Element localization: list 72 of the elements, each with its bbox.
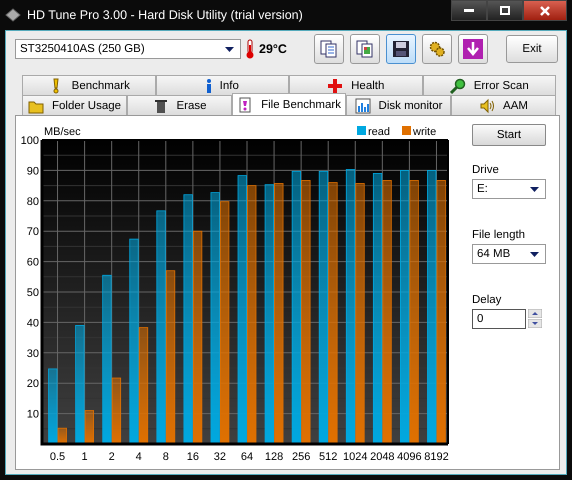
- tick-label: 32: [214, 451, 226, 463]
- start-button[interactable]: Start: [472, 124, 546, 146]
- tick-label: 0.5: [50, 451, 66, 463]
- field-label: File length: [472, 229, 526, 241]
- magnifier-icon: [450, 78, 466, 94]
- gears-icon[interactable]: [422, 34, 452, 64]
- file-length-dropdown[interactable]: 64 MB: [472, 244, 546, 264]
- tick-label: 256: [292, 451, 310, 463]
- download-icon[interactable]: [458, 34, 488, 64]
- tick-label: 8: [162, 451, 169, 463]
- tab[interactable]: Disk monitor: [346, 95, 451, 115]
- tick-label: 50: [26, 287, 39, 299]
- close-icon: [540, 6, 550, 16]
- field-label: Delay: [472, 294, 502, 306]
- field-label: Drive: [472, 164, 500, 176]
- window-title: HD Tune Pro 3.00 - Hard Disk Utility (trial version): [27, 8, 304, 22]
- trash-icon: [152, 98, 169, 114]
- info-icon: [206, 78, 212, 94]
- legend-label: read: [368, 126, 390, 138]
- spin-up-icon[interactable]: [528, 309, 542, 318]
- thermometer-icon: [245, 39, 255, 59]
- drive-dropdown[interactable]: E:: [472, 179, 546, 199]
- legend-label: write: [413, 126, 436, 138]
- maximize-icon: [500, 6, 510, 15]
- delay-field[interactable]: 0: [472, 309, 526, 329]
- tick-label: 60: [26, 256, 39, 269]
- tick-label: 100: [20, 135, 39, 147]
- copy-picture-icon[interactable]: [350, 34, 380, 64]
- cross-icon: [327, 78, 344, 94]
- tick-label: 64: [240, 451, 254, 463]
- tab[interactable]: Benchmark: [22, 75, 156, 95]
- tick-label: 2048: [370, 451, 395, 463]
- tick-label: 8192: [424, 451, 449, 463]
- document-icon: [237, 96, 254, 112]
- tick-label: 80: [26, 196, 39, 208]
- axis-label: MB/sec: [44, 126, 81, 138]
- tab[interactable]: Folder Usage: [22, 95, 128, 115]
- maximize-button[interactable]: [487, 0, 523, 21]
- tab[interactable]: Health: [289, 75, 422, 95]
- tick-label: 1024: [343, 451, 368, 463]
- temperature-reading: 29°C: [259, 42, 287, 56]
- tick-label: 4: [136, 451, 142, 463]
- tick-label: 4096: [397, 451, 422, 463]
- tab[interactable]: File Benchmark: [232, 93, 346, 115]
- tick-label: 1: [82, 451, 88, 463]
- speaker-icon: [479, 98, 496, 114]
- spin-down-icon[interactable]: [528, 319, 542, 328]
- tab[interactable]: Info: [156, 75, 289, 95]
- caret-icon: [225, 46, 234, 52]
- tick-label: 10: [26, 408, 39, 421]
- tick-label: 128: [264, 451, 284, 463]
- tick-label: 16: [186, 451, 199, 463]
- tick-label: 2: [108, 451, 115, 463]
- copy-icon[interactable]: [314, 34, 344, 64]
- tick-label: 512: [319, 451, 338, 463]
- exit-button[interactable]: Exit: [506, 35, 558, 63]
- caret-icon: [530, 252, 539, 256]
- tick-label: 90: [26, 165, 39, 178]
- minimize-icon: [464, 9, 474, 12]
- tick-label: 40: [26, 317, 39, 330]
- caret-icon: [530, 186, 539, 192]
- tab[interactable]: Erase: [127, 95, 232, 115]
- app-icon: [5, 7, 21, 23]
- tab[interactable]: AAM: [450, 95, 556, 115]
- tick-label: 70: [26, 226, 39, 238]
- tick-label: 20: [26, 378, 39, 390]
- save-icon[interactable]: [386, 34, 416, 64]
- tab[interactable]: Error Scan: [422, 75, 556, 95]
- minimize-button[interactable]: [451, 0, 487, 21]
- close-button[interactable]: [523, 0, 567, 21]
- tick-label: 30: [26, 348, 39, 360]
- disk-dropdown[interactable]: ST3250410AS (250 GB): [15, 39, 241, 59]
